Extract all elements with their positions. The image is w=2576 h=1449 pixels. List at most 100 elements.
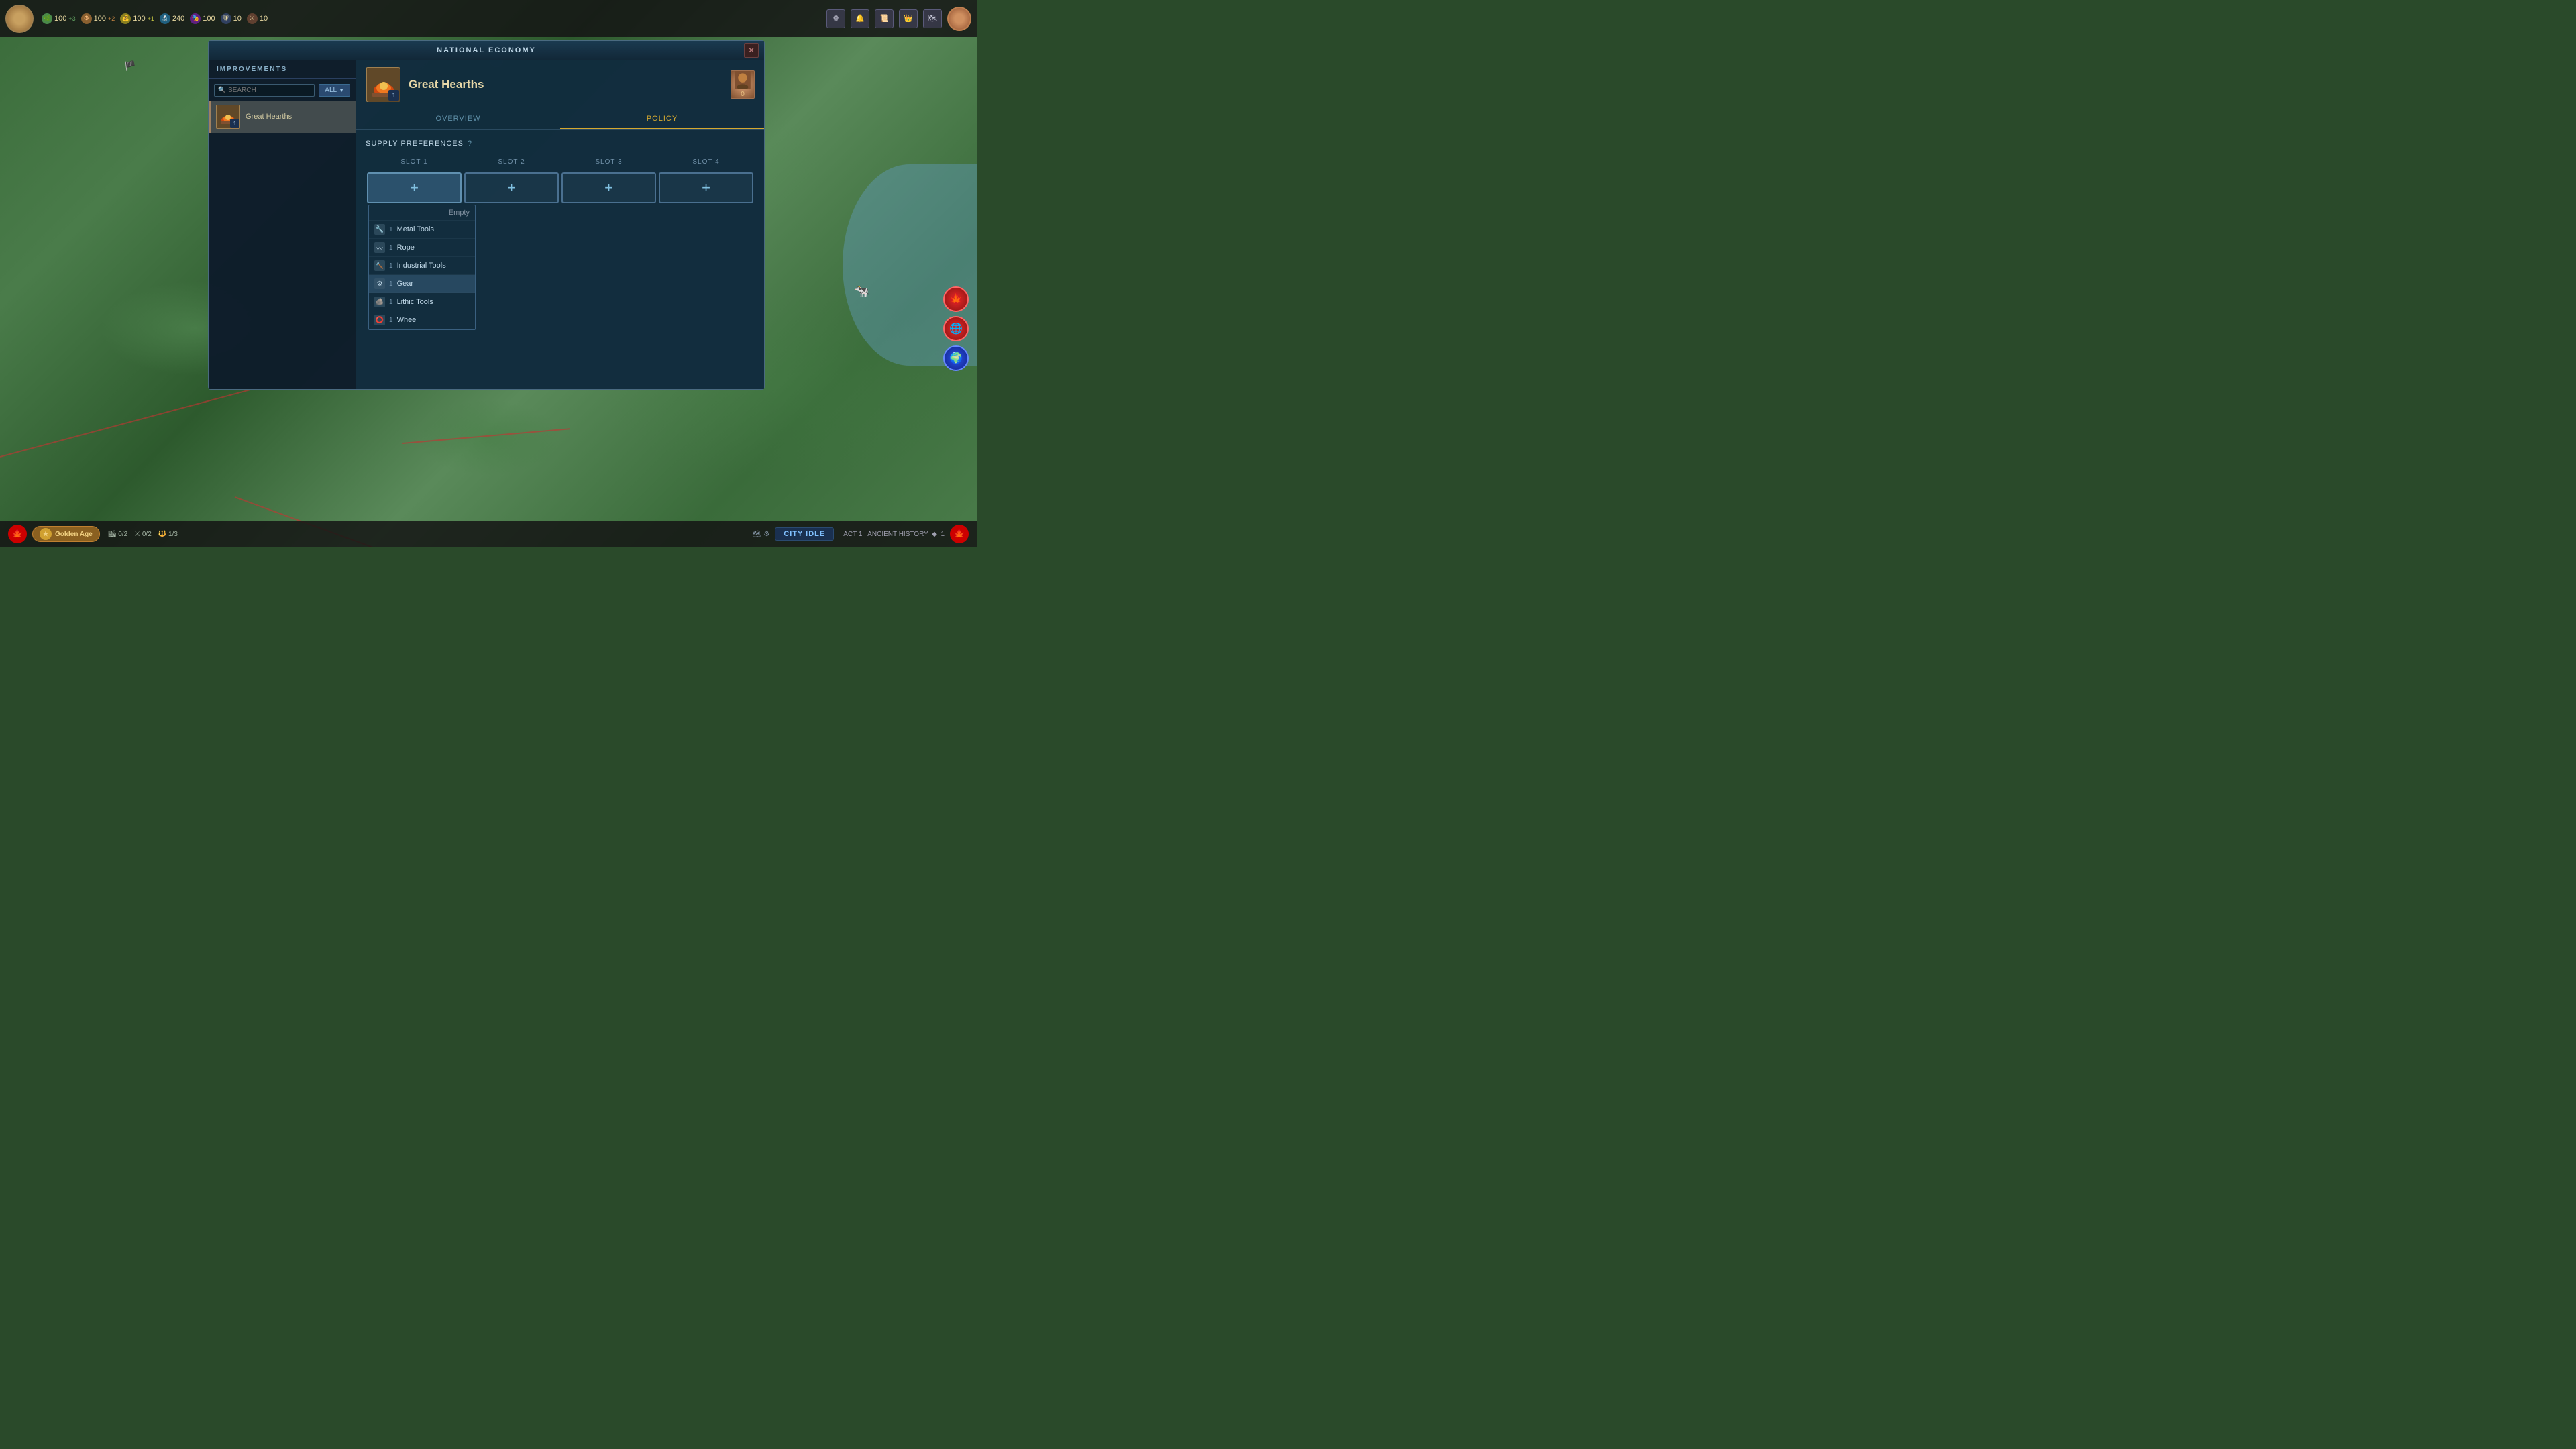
- resource-cul: 🎭 100: [190, 13, 215, 24]
- bottom-stat-1: 🏙 0/2: [108, 531, 127, 538]
- act-badge: ACT 1 ANCIENT HISTORY ◆ 1: [843, 531, 945, 538]
- filter-dropdown-btn[interactable]: ALL ▼: [319, 84, 350, 97]
- resource-food: 🌿 100 +3: [42, 13, 76, 24]
- entity-thumb-count: 1: [388, 90, 399, 101]
- search-row: 🔍 ALL ▼: [209, 79, 356, 101]
- bottom-stat-3: 🔱 1/3: [158, 531, 178, 538]
- right-side-buttons: 🍁 🌐 🌍: [943, 286, 969, 371]
- sci-value: 240: [172, 15, 184, 23]
- slot-4-plus-icon: +: [702, 179, 710, 197]
- filter-label: ALL: [325, 87, 337, 94]
- search-input[interactable]: [214, 84, 315, 97]
- bottom-icon-2[interactable]: ⚙: [763, 531, 769, 538]
- dialog-title: NATIONAL ECONOMY: [437, 46, 536, 54]
- slot-1-plus-icon: +: [410, 179, 419, 197]
- entity-header: 1 Great Hearths 0: [356, 60, 764, 109]
- canada-flag-icon-right: 🍁: [950, 525, 969, 543]
- metal-tools-icon: 🔧: [374, 224, 385, 235]
- extra-value1: 10: [233, 15, 241, 23]
- improvement-name-great-hearths: Great Hearths: [246, 113, 292, 121]
- canada-flag-icon: 🍁: [8, 525, 27, 543]
- tab-policy[interactable]: POLICY: [560, 109, 764, 129]
- hud-btn-5[interactable]: 🗺: [923, 9, 942, 28]
- filter-arrow-icon: ▼: [339, 87, 344, 93]
- dropdown-item-empty[interactable]: Empty: [369, 205, 475, 221]
- dropdown-empty-label: Empty: [449, 209, 470, 217]
- hud-btn-4[interactable]: 👑: [899, 9, 918, 28]
- right-btn-globe[interactable]: 🌐: [943, 316, 969, 341]
- search-wrapper: 🔍: [214, 83, 315, 97]
- prod-icon: ⚙: [81, 13, 92, 24]
- map-border-1: [0, 387, 260, 458]
- slot-3-plus-icon: +: [604, 179, 613, 197]
- golden-age-icon: ★: [40, 528, 52, 540]
- slot-btn-3[interactable]: +: [561, 172, 656, 203]
- map-border-3: [402, 428, 570, 444]
- wheel-icon: ⭕: [374, 315, 385, 325]
- prod-value: 100: [94, 15, 106, 23]
- slot-btn-2[interactable]: +: [464, 172, 559, 203]
- top-hud-right: ⚙ 🔔 📜 👑 🗺: [826, 7, 971, 31]
- dropdown-item-metal-tools[interactable]: 🔧 1 Metal Tools: [369, 221, 475, 239]
- slot-2-plus-icon: +: [507, 179, 516, 197]
- hud-btn-1[interactable]: ⚙: [826, 9, 845, 28]
- gold-value: 100: [133, 15, 145, 23]
- right-btn-earth[interactable]: 🌍: [943, 345, 969, 371]
- gold-rate: +1: [148, 15, 154, 22]
- tab-overview[interactable]: OVERVIEW: [356, 109, 560, 129]
- extra-icon2: ⚔: [247, 13, 258, 24]
- dropdown-item-lithic-tools[interactable]: 🪨 1 Lithic Tools: [369, 293, 475, 311]
- slot-btn-1[interactable]: +: [367, 172, 462, 203]
- slot-label-2: SLOT 2: [463, 156, 560, 168]
- bottom-stat-2: ⚔ 0/2: [134, 531, 152, 538]
- dropdown-item-wheel[interactable]: ⭕ 1 Wheel: [369, 311, 475, 329]
- rope-icon: 〰: [374, 242, 385, 253]
- bottom-icon-1[interactable]: 🗺: [753, 531, 761, 538]
- extra-value2: 10: [260, 15, 268, 23]
- improvement-item-great-hearths[interactable]: 1 Great Hearths: [209, 101, 356, 133]
- resources-bar: 🌿 100 +3 ⚙ 100 +2 💰 100 +1 🔬 240 🎭 100 🛡…: [42, 13, 824, 24]
- hud-btn-3[interactable]: 📜: [875, 9, 894, 28]
- bottom-stats: 🏙 0/2 ⚔ 0/2 🔱 1/3: [108, 531, 178, 538]
- map-animal: 🐄: [855, 284, 869, 299]
- content-area: SUPPLY PREFERENCES ? SLOT 1 SLOT 2 SLOT …: [356, 130, 764, 389]
- improvements-header: IMPROVEMENTS: [209, 60, 356, 79]
- resource-extra2: ⚔ 10: [247, 13, 268, 24]
- hud-avatar-right[interactable]: [947, 7, 971, 31]
- slot-btn-4[interactable]: +: [659, 172, 753, 203]
- map-flag-1: 🏴: [124, 60, 136, 72]
- cul-icon: 🎭: [190, 13, 201, 24]
- slot-dropdown-menu: Empty 🔧 1 Metal Tools 〰 1 Rope: [368, 205, 476, 330]
- dropdown-industrial-count: 1: [389, 262, 393, 270]
- dropdown-metal-count: 1: [389, 226, 393, 233]
- golden-age-badge: ★ Golden Age: [32, 526, 100, 542]
- slots-container: + + + +: [366, 171, 755, 205]
- dropdown-item-industrial-tools[interactable]: 🔨 1 Industrial Tools: [369, 257, 475, 275]
- supply-preferences-help[interactable]: ?: [468, 140, 472, 148]
- slots-labels-row: SLOT 1 SLOT 2 SLOT 3 SLOT 4: [366, 156, 755, 168]
- dropdown-gear-count: 1: [389, 280, 393, 288]
- hud-btn-2[interactable]: 🔔: [851, 9, 869, 28]
- city-idle-badge: CITY IDLE: [775, 527, 834, 541]
- entity-right-icon: 0: [731, 70, 755, 99]
- dropdown-industrial-label: Industrial Tools: [397, 262, 446, 270]
- lithic-tools-icon: 🪨: [374, 297, 385, 307]
- slot-label-1: SLOT 1: [366, 156, 463, 168]
- cul-value: 100: [203, 15, 215, 23]
- player-avatar[interactable]: [5, 5, 34, 33]
- extra-icon1: 🛡: [221, 13, 231, 24]
- dropdown-item-gear[interactable]: ⚙ 1 Gear: [369, 275, 475, 293]
- dialog-container: NATIONAL ECONOMY ✕ IMPROVEMENTS 🔍 ALL ▼: [208, 40, 765, 390]
- food-icon: 🌿: [42, 13, 52, 24]
- resource-sci: 🔬 240: [160, 13, 184, 24]
- dialog-close-button[interactable]: ✕: [744, 43, 759, 58]
- slot-label-3: SLOT 3: [560, 156, 657, 168]
- national-economy-dialog: NATIONAL ECONOMY ✕ IMPROVEMENTS 🔍 ALL ▼: [208, 40, 765, 390]
- bottom-hud: 🍁 ★ Golden Age 🏙 0/2 ⚔ 0/2 🔱 1/3 🗺 ⚙ CIT…: [0, 521, 977, 547]
- right-btn-maple[interactable]: 🍁: [943, 286, 969, 312]
- resource-extra1: 🛡 10: [221, 13, 241, 24]
- dropdown-rope-count: 1: [389, 244, 393, 252]
- improvement-count-1: 1: [230, 119, 239, 128]
- dropdown-item-rope[interactable]: 〰 1 Rope: [369, 239, 475, 257]
- entity-thumb: 1: [366, 67, 400, 102]
